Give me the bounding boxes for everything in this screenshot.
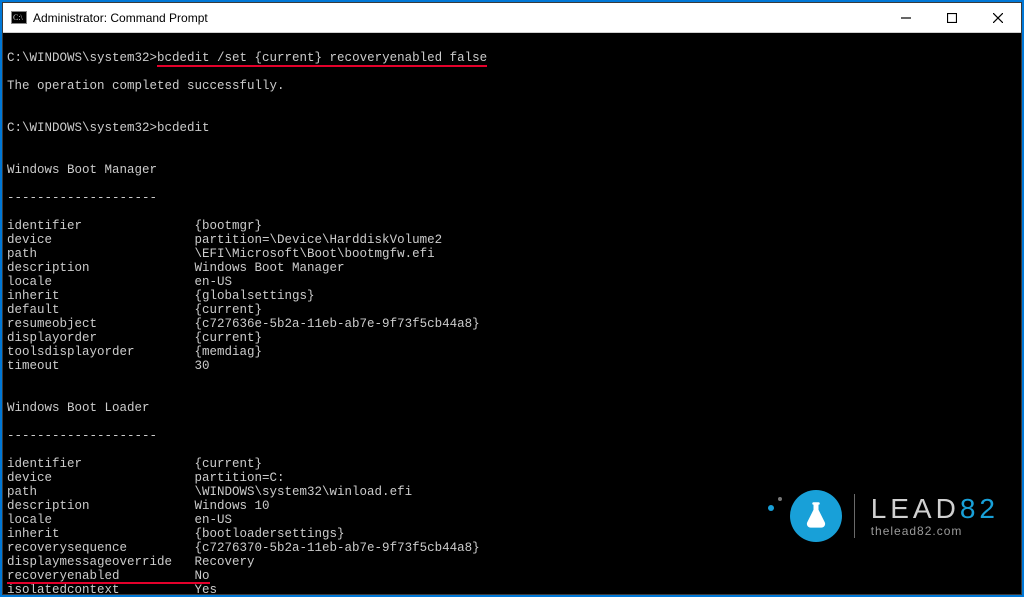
kv-value: Windows 10 xyxy=(195,499,270,513)
command-2: bcdedit xyxy=(157,121,210,135)
kv-row: locale en-US xyxy=(7,275,1015,289)
kv-row: path \EFI\Microsoft\Boot\bootmgfw.efi xyxy=(7,247,1015,261)
maximize-button[interactable] xyxy=(929,3,975,32)
kv-key: device xyxy=(7,471,195,485)
kv-row: recoverysequence {c7276370-5b2a-11eb-ab7… xyxy=(7,541,1015,555)
kv-row: inherit {globalsettings} xyxy=(7,289,1015,303)
separator: -------------------- xyxy=(7,191,157,205)
separator: -------------------- xyxy=(7,429,157,443)
kv-key: resumeobject xyxy=(7,317,195,331)
kv-value: \WINDOWS\system32\winload.efi xyxy=(195,485,413,499)
kv-row: recoveryenabled No xyxy=(7,569,1015,583)
window-controls xyxy=(883,3,1021,32)
section-header-boot-manager: Windows Boot Manager xyxy=(7,163,157,177)
kv-value: {c727636e-5b2a-11eb-ab7e-9f73f5cb44a8} xyxy=(195,317,480,331)
kv-row: device partition=\Device\HarddiskVolume2 xyxy=(7,233,1015,247)
kv-key: path xyxy=(7,485,195,499)
window: C:\ Administrator: Command Prompt C:\WIN… xyxy=(2,2,1022,595)
window-title: Administrator: Command Prompt xyxy=(33,11,883,25)
kv-key: recoveryenabled xyxy=(7,569,195,583)
prompt-text: C:\WINDOWS\system32> xyxy=(7,51,157,65)
kv-value: \EFI\Microsoft\Boot\bootmgfw.efi xyxy=(195,247,435,261)
kv-row: identifier {current} xyxy=(7,457,1015,471)
cmd-icon: C:\ xyxy=(11,10,27,26)
kv-value: {bootmgr} xyxy=(195,219,263,233)
kv-value: Yes xyxy=(195,583,218,594)
kv-row: inherit {bootloadersettings} xyxy=(7,527,1015,541)
kv-key: recoverysequence xyxy=(7,541,195,555)
kv-value: en-US xyxy=(195,513,233,527)
section-header-boot-loader: Windows Boot Loader xyxy=(7,401,150,415)
terminal-output[interactable]: C:\WINDOWS\system32>bcdedit /set {curren… xyxy=(3,33,1021,594)
kv-key: description xyxy=(7,499,195,513)
kv-value: {globalsettings} xyxy=(195,289,315,303)
kv-key: description xyxy=(7,261,195,275)
kv-row: resumeobject {c727636e-5b2a-11eb-ab7e-9f… xyxy=(7,317,1015,331)
kv-key: inherit xyxy=(7,289,195,303)
kv-key: path xyxy=(7,247,195,261)
kv-row: description Windows 10 xyxy=(7,499,1015,513)
kv-row: timeout 30 xyxy=(7,359,1015,373)
kv-row: path \WINDOWS\system32\winload.efi xyxy=(7,485,1015,499)
kv-key: locale xyxy=(7,275,195,289)
kv-key: default xyxy=(7,303,195,317)
kv-key: inherit xyxy=(7,527,195,541)
kv-key: displayorder xyxy=(7,331,195,345)
prompt-text: C:\WINDOWS\system32> xyxy=(7,121,157,135)
close-button[interactable] xyxy=(975,3,1021,32)
kv-key: displaymessageoverride xyxy=(7,555,195,569)
kv-row: displaymessageoverride Recovery xyxy=(7,555,1015,569)
kv-row: default {current} xyxy=(7,303,1015,317)
kv-row: locale en-US xyxy=(7,513,1015,527)
kv-row: toolsdisplayorder {memdiag} xyxy=(7,345,1015,359)
kv-row: description Windows Boot Manager xyxy=(7,261,1015,275)
kv-key: locale xyxy=(7,513,195,527)
kv-value: {c7276370-5b2a-11eb-ab7e-9f73f5cb44a8} xyxy=(195,541,480,555)
kv-value: Recovery xyxy=(195,555,255,569)
kv-value: 30 xyxy=(195,359,210,373)
kv-value: {current} xyxy=(195,457,263,471)
kv-value: partition=C: xyxy=(195,471,285,485)
kv-key: device xyxy=(7,233,195,247)
kv-value: No xyxy=(195,569,210,583)
command-1-response: The operation completed successfully. xyxy=(7,79,285,93)
titlebar[interactable]: C:\ Administrator: Command Prompt xyxy=(3,3,1021,33)
kv-value: {memdiag} xyxy=(195,345,263,359)
kv-key: timeout xyxy=(7,359,195,373)
kv-value: Windows Boot Manager xyxy=(195,261,345,275)
kv-key: toolsdisplayorder xyxy=(7,345,195,359)
kv-key: identifier xyxy=(7,457,195,471)
kv-value: en-US xyxy=(195,275,233,289)
kv-value: {current} xyxy=(195,303,263,317)
command-1: bcdedit /set {current} recoveryenabled f… xyxy=(157,51,487,65)
minimize-button[interactable] xyxy=(883,3,929,32)
kv-row: device partition=C: xyxy=(7,471,1015,485)
kv-key: identifier xyxy=(7,219,195,233)
kv-value: partition=\Device\HarddiskVolume2 xyxy=(195,233,443,247)
kv-value: {current} xyxy=(195,331,263,345)
kv-row: isolatedcontext Yes xyxy=(7,583,1015,594)
kv-row: displayorder {current} xyxy=(7,331,1015,345)
kv-key: isolatedcontext xyxy=(7,583,195,594)
kv-value: {bootloadersettings} xyxy=(195,527,345,541)
svg-text:C:\: C:\ xyxy=(13,13,24,22)
kv-row: identifier {bootmgr} xyxy=(7,219,1015,233)
